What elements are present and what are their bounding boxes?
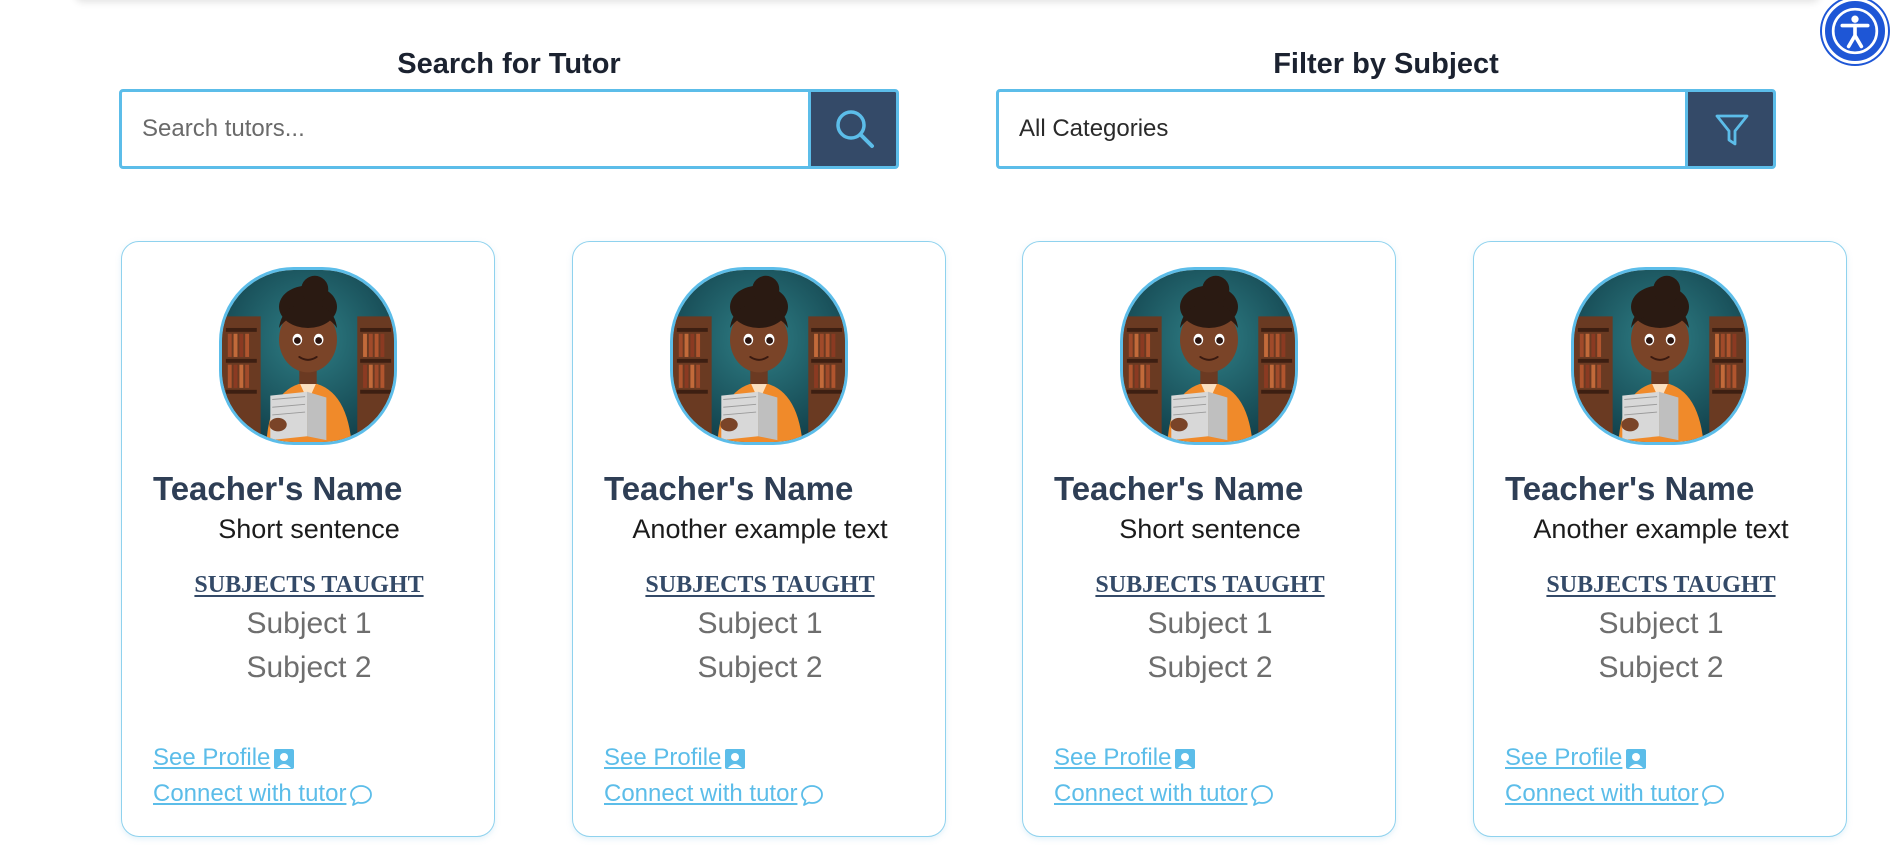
subject-select[interactable]: All Categories	[996, 89, 1776, 169]
subject-item: Subject 2	[1598, 651, 1724, 684]
filter-icon	[1715, 114, 1749, 146]
chat-bubble-icon	[801, 784, 824, 806]
subject-item: Subject 2	[246, 651, 372, 684]
subject-item: Subject 2	[697, 651, 823, 684]
accessibility-icon	[1831, 7, 1879, 55]
subject-item: Subject 1	[246, 607, 372, 640]
connect-label: Connect with tutor	[1054, 780, 1248, 807]
subject-item: Subject 2	[1147, 651, 1273, 684]
search-icon	[836, 110, 874, 148]
see-profile-link[interactable]: See Profile	[604, 744, 747, 772]
teacher-tagline: Another example text	[1533, 514, 1789, 544]
search-section: Search for Tutor Search tutors...	[119, 44, 899, 169]
profile-icon	[1626, 748, 1647, 769]
connect-with-tutor-link[interactable]: Connect with tutor	[604, 780, 825, 808]
connect-with-tutor-link[interactable]: Connect with tutor	[153, 780, 374, 808]
connect-label: Connect with tutor	[1505, 780, 1699, 807]
teacher-tagline: Short sentence	[218, 514, 400, 544]
profile-icon	[274, 748, 295, 769]
accessibility-button[interactable]	[1822, 0, 1888, 64]
see-profile-label: See Profile	[1505, 744, 1623, 771]
tutor-card: Teacher's Name Short sentence SUBJECTS T…	[121, 241, 495, 837]
tutor-card: Teacher's Name Another example text SUBJ…	[1473, 241, 1847, 837]
profile-icon	[1175, 748, 1196, 769]
subject-item: Subject 1	[1598, 607, 1724, 640]
subject-item: Subject 1	[697, 607, 823, 640]
teacher-tagline: Another example text	[632, 514, 888, 544]
search-button[interactable]	[808, 92, 896, 166]
teacher-tagline: Short sentence	[1119, 514, 1301, 544]
subject-filter-label: Filter by Subject	[1273, 48, 1499, 80]
teacher-name: Teacher's Name	[153, 470, 403, 507]
avatar	[670, 267, 848, 445]
connect-with-tutor-link[interactable]: Connect with tutor	[1505, 780, 1726, 808]
see-profile-label: See Profile	[604, 744, 722, 771]
avatar	[1571, 267, 1749, 445]
chat-bubble-icon	[1251, 784, 1274, 806]
connect-label: Connect with tutor	[153, 780, 347, 807]
subjects-heading: SUBJECTS TAUGHT	[645, 572, 875, 598]
search-box: Search tutors...	[119, 89, 899, 169]
subject-filter-section: Filter by Subject All Categories	[996, 44, 1776, 169]
subjects-heading: SUBJECTS TAUGHT	[1546, 572, 1776, 598]
see-profile-label: See Profile	[153, 744, 271, 771]
subjects-heading: SUBJECTS TAUGHT	[1095, 572, 1325, 598]
subjects-heading: SUBJECTS TAUGHT	[194, 572, 424, 598]
tutor-card: Teacher's Name Another example text SUBJ…	[572, 241, 946, 837]
filter-button[interactable]	[1685, 92, 1773, 166]
tutor-card: Teacher's Name Short sentence SUBJECTS T…	[1022, 241, 1396, 837]
connect-label: Connect with tutor	[604, 780, 798, 807]
subject-select-value[interactable]: All Categories	[1019, 92, 1168, 166]
see-profile-label: See Profile	[1054, 744, 1172, 771]
see-profile-link[interactable]: See Profile	[153, 744, 296, 772]
avatar	[219, 267, 397, 445]
teacher-name: Teacher's Name	[1054, 470, 1304, 507]
see-profile-link[interactable]: See Profile	[1054, 744, 1197, 772]
search-label: Search for Tutor	[397, 48, 621, 80]
connect-with-tutor-link[interactable]: Connect with tutor	[1054, 780, 1275, 808]
search-input[interactable]: Search tutors...	[142, 92, 305, 166]
chat-bubble-icon	[350, 784, 373, 806]
chat-bubble-icon	[1702, 784, 1725, 806]
avatar	[1120, 267, 1298, 445]
teacher-name: Teacher's Name	[604, 470, 854, 507]
see-profile-link[interactable]: See Profile	[1505, 744, 1648, 772]
teacher-name: Teacher's Name	[1505, 470, 1755, 507]
profile-icon	[725, 748, 746, 769]
subject-item: Subject 1	[1147, 607, 1273, 640]
